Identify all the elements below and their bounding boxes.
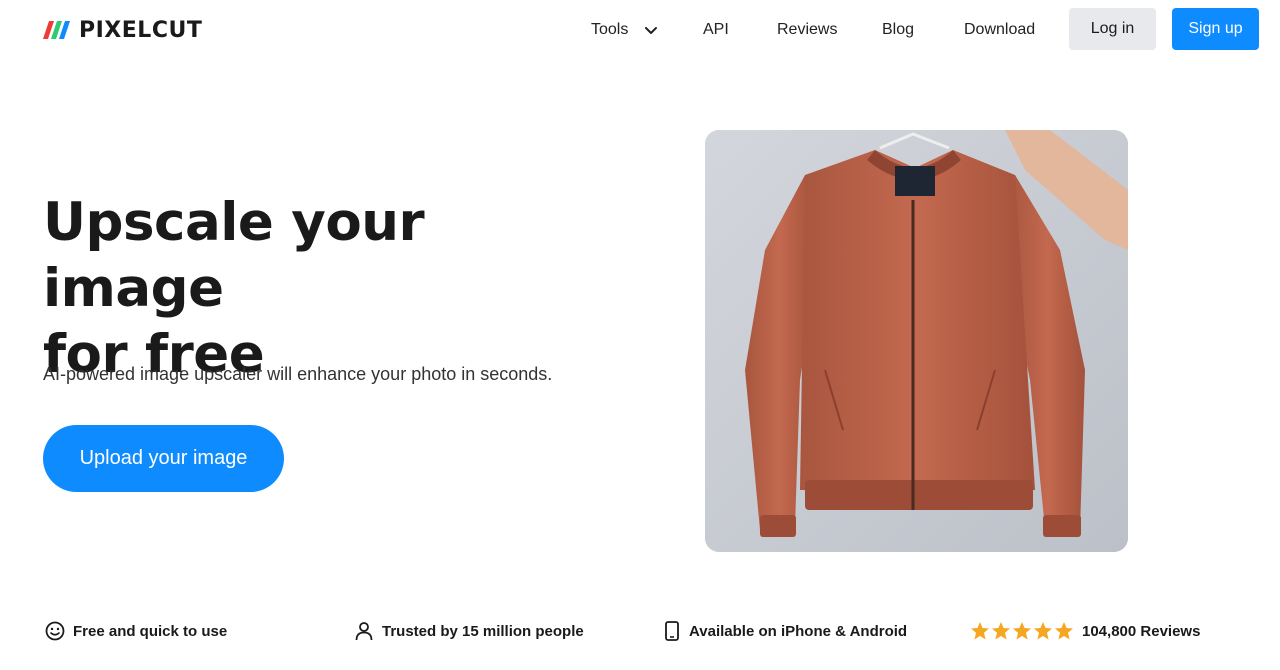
phone-icon	[665, 621, 679, 641]
chevron-down-icon	[645, 27, 658, 34]
user-icon	[355, 622, 373, 641]
jacket-illustration	[705, 130, 1128, 552]
signup-button[interactable]: Sign up	[1172, 8, 1259, 50]
rating-stars	[970, 621, 1074, 641]
feature-reviews-label: 104,800 Reviews	[1082, 622, 1201, 640]
nav-download[interactable]: Download	[964, 20, 1035, 40]
feature-available: Available on iPhone & Android	[663, 621, 907, 641]
star-icon	[1013, 622, 1031, 640]
brand-logo[interactable]: PIXELCUT	[43, 17, 202, 43]
nav-api[interactable]: API	[703, 20, 729, 40]
upload-image-button[interactable]: Upload your image	[43, 425, 284, 492]
nav-blog[interactable]: Blog	[882, 20, 914, 40]
nav-reviews[interactable]: Reviews	[777, 20, 837, 40]
feature-reviews: 104,800 Reviews	[970, 621, 1200, 641]
feature-trusted-label: Trusted by 15 million people	[382, 622, 584, 640]
star-icon	[971, 622, 989, 640]
smiley-icon	[45, 621, 65, 641]
hero-jacket-image	[705, 130, 1128, 552]
feature-free: Free and quick to use	[45, 621, 227, 641]
nav-tools[interactable]: Tools	[591, 20, 658, 40]
hero-title: Upscale your image for free	[43, 190, 603, 388]
hero-subtitle: AI-powered image upscaler will enhance y…	[43, 364, 553, 384]
star-icon	[1034, 622, 1052, 640]
star-icon	[1055, 622, 1073, 640]
pixelcut-logo-icon	[43, 21, 70, 39]
brand-name: PIXELCUT	[79, 17, 203, 43]
star-icon	[992, 622, 1010, 640]
feature-trusted: Trusted by 15 million people	[354, 621, 584, 641]
login-button[interactable]: Log in	[1069, 8, 1156, 50]
feature-free-label: Free and quick to use	[73, 622, 228, 640]
site-header: PIXELCUT Tools API Reviews Blog Download…	[0, 0, 1280, 62]
feature-available-label: Available on iPhone & Android	[689, 622, 908, 640]
hero-title-line1: Upscale your image	[43, 192, 425, 319]
nav-tools-label: Tools	[591, 21, 629, 38]
